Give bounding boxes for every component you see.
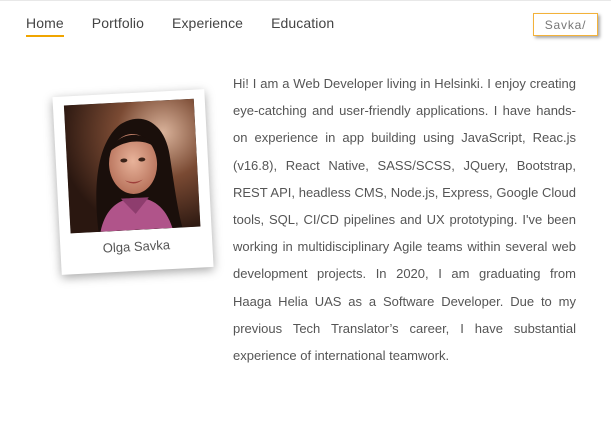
nav-experience[interactable]: Experience [172, 13, 243, 37]
nav-home[interactable]: Home [26, 13, 64, 37]
main-nav: Home Portfolio Experience Education [26, 13, 362, 37]
profile-name: Olga Savka [102, 237, 171, 256]
nav-education[interactable]: Education [271, 13, 334, 37]
bio-paragraph: Hi! I am a Web Developer living in Helsi… [233, 76, 576, 364]
logo-button[interactable]: Savka/ [533, 13, 598, 36]
profile-photo [63, 98, 201, 234]
nav-portfolio[interactable]: Portfolio [92, 13, 144, 37]
top-divider [0, 0, 611, 1]
profile-polaroid: Olga Savka [52, 89, 214, 275]
logo-text: Savka/ [544, 17, 587, 32]
portrait-image [63, 98, 201, 234]
